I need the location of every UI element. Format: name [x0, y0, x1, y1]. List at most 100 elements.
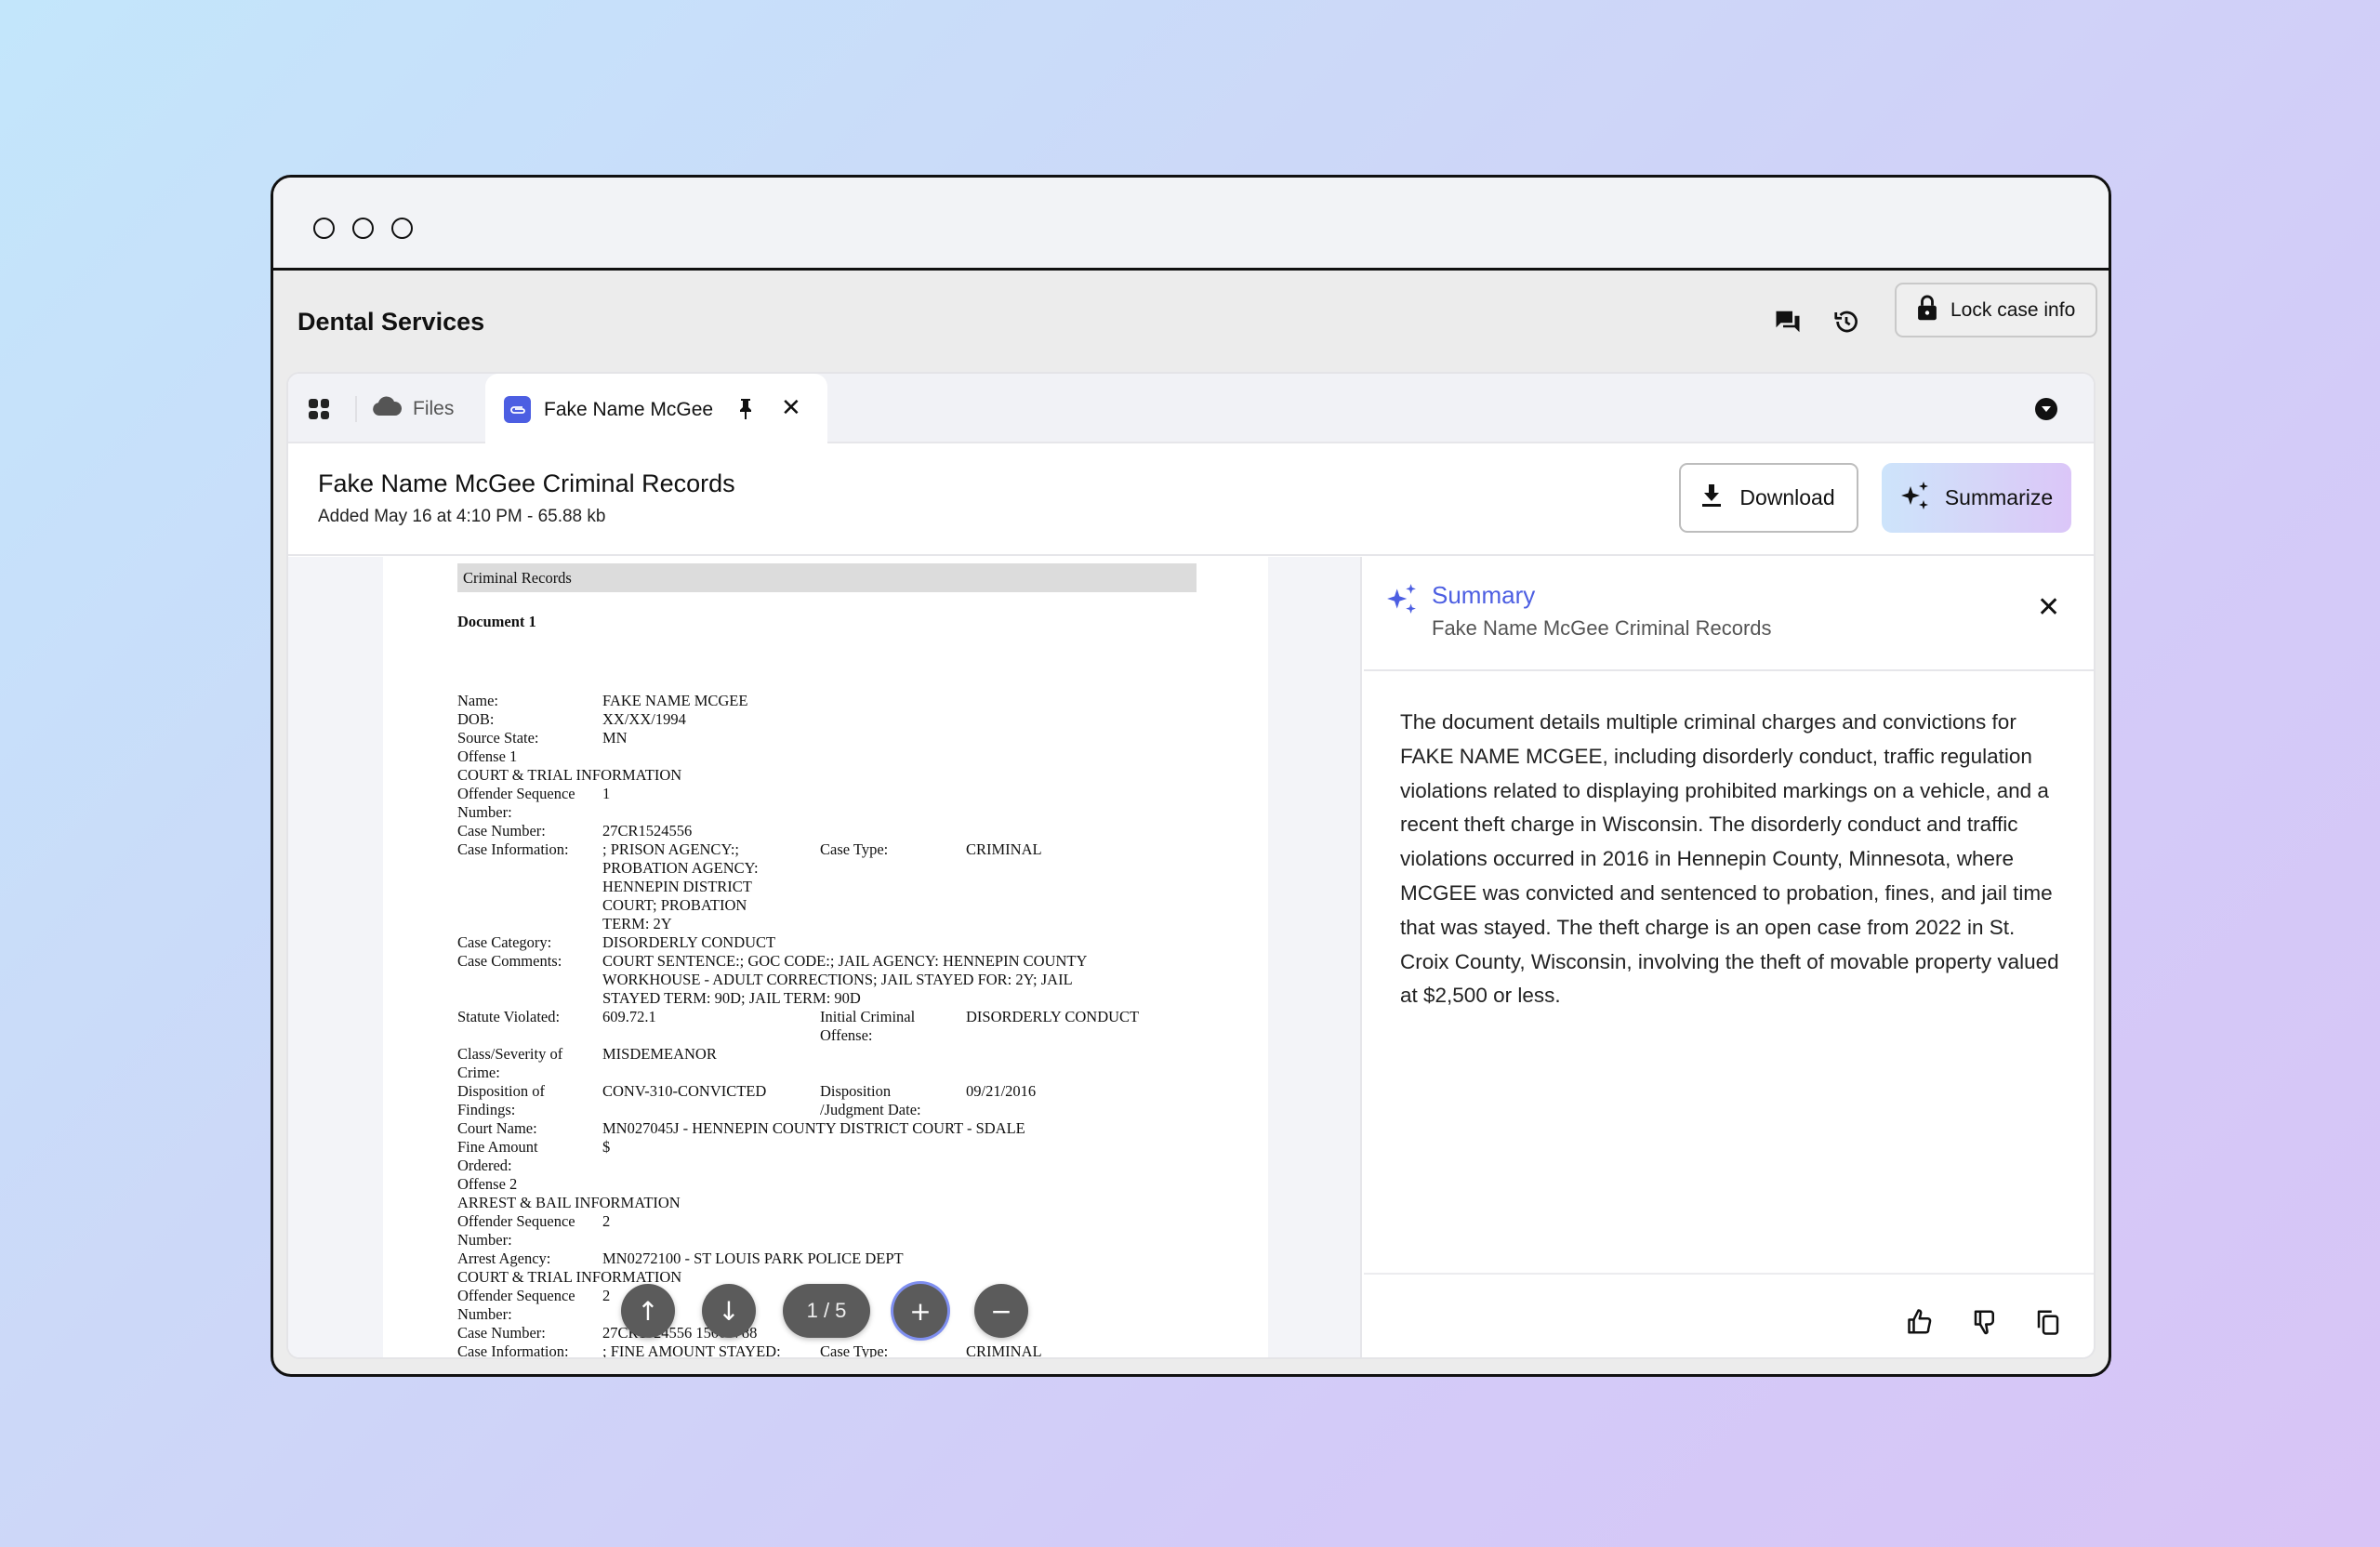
chevron-down-circle-icon[interactable] — [2035, 398, 2057, 420]
plus-icon[interactable]: + — [893, 1284, 947, 1338]
app-title: Dental Services — [298, 308, 485, 336]
record-value: MN0272100 - ST LOUIS PARK POLICE DEPT — [602, 1250, 904, 1267]
record-label: Disposition of — [457, 1082, 545, 1100]
lock-case-info-button[interactable]: Lock case info — [1895, 283, 2097, 337]
record-value: HENNEPIN DISTRICT — [602, 878, 752, 895]
summarize-button[interactable]: Summarize — [1882, 463, 2071, 533]
record-value: XX/XX/1994 — [602, 710, 686, 728]
page-band-title: Criminal Records — [457, 563, 1197, 592]
record-label: Offense 2 — [457, 1175, 518, 1193]
sparkle-icon — [1900, 481, 1930, 516]
paperclip-icon — [504, 396, 531, 423]
document-page: Criminal Records Document 1 Name: FAKE NA… — [383, 557, 1268, 1359]
record-value: 27CR1524556 — [602, 822, 693, 840]
record-label: Arrest Agency: — [457, 1250, 551, 1267]
record-label: Fine Amount — [457, 1138, 538, 1156]
record-value: ; FINE AMOUNT STAYED: — [602, 1342, 781, 1359]
lock-case-info-label: Lock case info — [1950, 298, 2076, 321]
app-window: Dental Services Lock case info Files Fak… — [271, 175, 2111, 1377]
record-value: $ — [602, 1138, 611, 1156]
arrow-down-icon[interactable]: ↓ — [702, 1284, 756, 1338]
record-label: Number: — [457, 1305, 512, 1323]
record-value: MN027045J - HENNEPIN COUNTY DISTRICT COU… — [602, 1119, 1025, 1137]
record-value: PROBATION AGENCY: — [602, 859, 759, 877]
close-icon[interactable]: ✕ — [2037, 594, 2060, 622]
summary-header: Summary Fake Name McGee Criminal Records… — [1364, 557, 2094, 671]
record-label: Court Name: — [457, 1119, 537, 1137]
record-label: Disposition — [820, 1082, 892, 1100]
download-label: Download — [1739, 485, 1835, 509]
record-label: Case Number: — [457, 822, 546, 840]
document-viewer[interactable]: Criminal Records Document 1 Name: FAKE NA… — [288, 557, 1362, 1359]
download-button[interactable]: Download — [1679, 463, 1858, 533]
record-label: Case Information: — [457, 1342, 569, 1359]
record-label: Case Category: — [457, 933, 552, 951]
summary-title: Summary — [1432, 581, 1536, 609]
record-value: CONV-310-CONVICTED — [602, 1082, 767, 1100]
record-value: DISORDERLY CONDUCT — [602, 933, 776, 951]
tab-close-icon[interactable]: ✕ — [781, 395, 801, 419]
thumbs-down-icon[interactable] — [1971, 1308, 1999, 1336]
window-minimize-button[interactable] — [352, 218, 374, 239]
record-label: Offender Sequence — [457, 1287, 575, 1304]
record-label: Class/Severity of — [457, 1045, 563, 1063]
minus-icon[interactable]: − — [974, 1284, 1028, 1338]
document-header: Fake Name McGee Criminal Records Added M… — [288, 443, 2094, 556]
record-label: Number: — [457, 1231, 512, 1249]
document-meta: Added May 16 at 4:10 PM - 65.88 kb — [318, 507, 606, 526]
tab-divider — [355, 396, 357, 422]
tab-label: Fake Name McGee — [544, 398, 714, 420]
record-label: Offender Sequence — [457, 785, 575, 802]
page-doc-heading: Document 1 — [457, 613, 536, 630]
arrow-up-icon[interactable]: ↑ — [621, 1284, 675, 1338]
download-icon — [1702, 483, 1722, 512]
record-label: Case Comments: — [457, 952, 562, 970]
copy-icon[interactable] — [2034, 1308, 2062, 1336]
history-icon[interactable] — [1831, 306, 1862, 337]
sparkle-icon — [1386, 583, 1418, 619]
summary-text: The document details multiple criminal c… — [1400, 710, 2059, 1008]
record-value: 1 — [602, 785, 611, 802]
page-indicator: 1 / 5 — [783, 1284, 870, 1338]
record-label: Crime: — [457, 1064, 500, 1081]
record-label: COURT & TRIAL INFORMATION — [457, 766, 682, 784]
record-label: Initial Criminal — [820, 1008, 916, 1025]
record-value: 09/21/2016 — [966, 1082, 1037, 1100]
record-label: Offense: — [820, 1026, 873, 1044]
summary-subtitle: Fake Name McGee Criminal Records — [1432, 616, 1772, 640]
record-value: 2 — [602, 1212, 611, 1230]
document-title: Fake Name McGee Criminal Records — [318, 469, 735, 497]
pin-icon[interactable] — [738, 398, 753, 425]
record-label: ARREST & BAIL INFORMATION — [457, 1194, 681, 1211]
grid-icon[interactable] — [309, 399, 329, 419]
record-value: MISDEMEANOR — [602, 1045, 717, 1063]
record-value: 2 — [602, 1287, 611, 1304]
summarize-label: Summarize — [1944, 485, 2054, 509]
record-label: Number: — [457, 803, 512, 821]
record-label: Offense 1 — [457, 747, 518, 765]
title-bar — [273, 178, 2109, 271]
summary-actions — [1364, 1273, 2094, 1357]
record-label: Case Number: — [457, 1324, 546, 1342]
record-value: CRIMINAL — [966, 1342, 1042, 1359]
record-label: Case Type: — [820, 840, 889, 858]
tab-files[interactable]: Files — [372, 374, 454, 443]
record-value: ; PRISON AGENCY:; — [602, 840, 740, 858]
window-close-button[interactable] — [313, 218, 335, 239]
record-value: TERM: 2Y — [602, 915, 672, 932]
workspace: Files Fake Name McGee ✕ Fake Name McGee … — [286, 372, 2096, 1359]
record-value: FAKE NAME MCGEE — [602, 692, 748, 709]
record-label: Ordered: — [457, 1157, 512, 1174]
window-maximize-button[interactable] — [391, 218, 413, 239]
lock-icon — [1917, 294, 1937, 327]
record-label: Case Information: — [457, 840, 569, 858]
record-value: COURT SENTENCE:; GOC CODE:; JAIL AGENCY:… — [602, 952, 1088, 970]
app-header: Dental Services Lock case info — [273, 271, 2109, 371]
chat-icon[interactable] — [1772, 306, 1804, 337]
thumbs-up-icon[interactable] — [1907, 1308, 1935, 1336]
record-label: /Judgment Date: — [820, 1101, 921, 1118]
tab-fake-name-mcgee[interactable]: Fake Name McGee ✕ — [485, 374, 827, 445]
record-value: WORKHOUSE - ADULT CORRECTIONS; JAIL STAY… — [602, 971, 1073, 988]
record-value: DISORDERLY CONDUCT — [966, 1008, 1140, 1025]
record-label: Offender Sequence — [457, 1212, 575, 1230]
